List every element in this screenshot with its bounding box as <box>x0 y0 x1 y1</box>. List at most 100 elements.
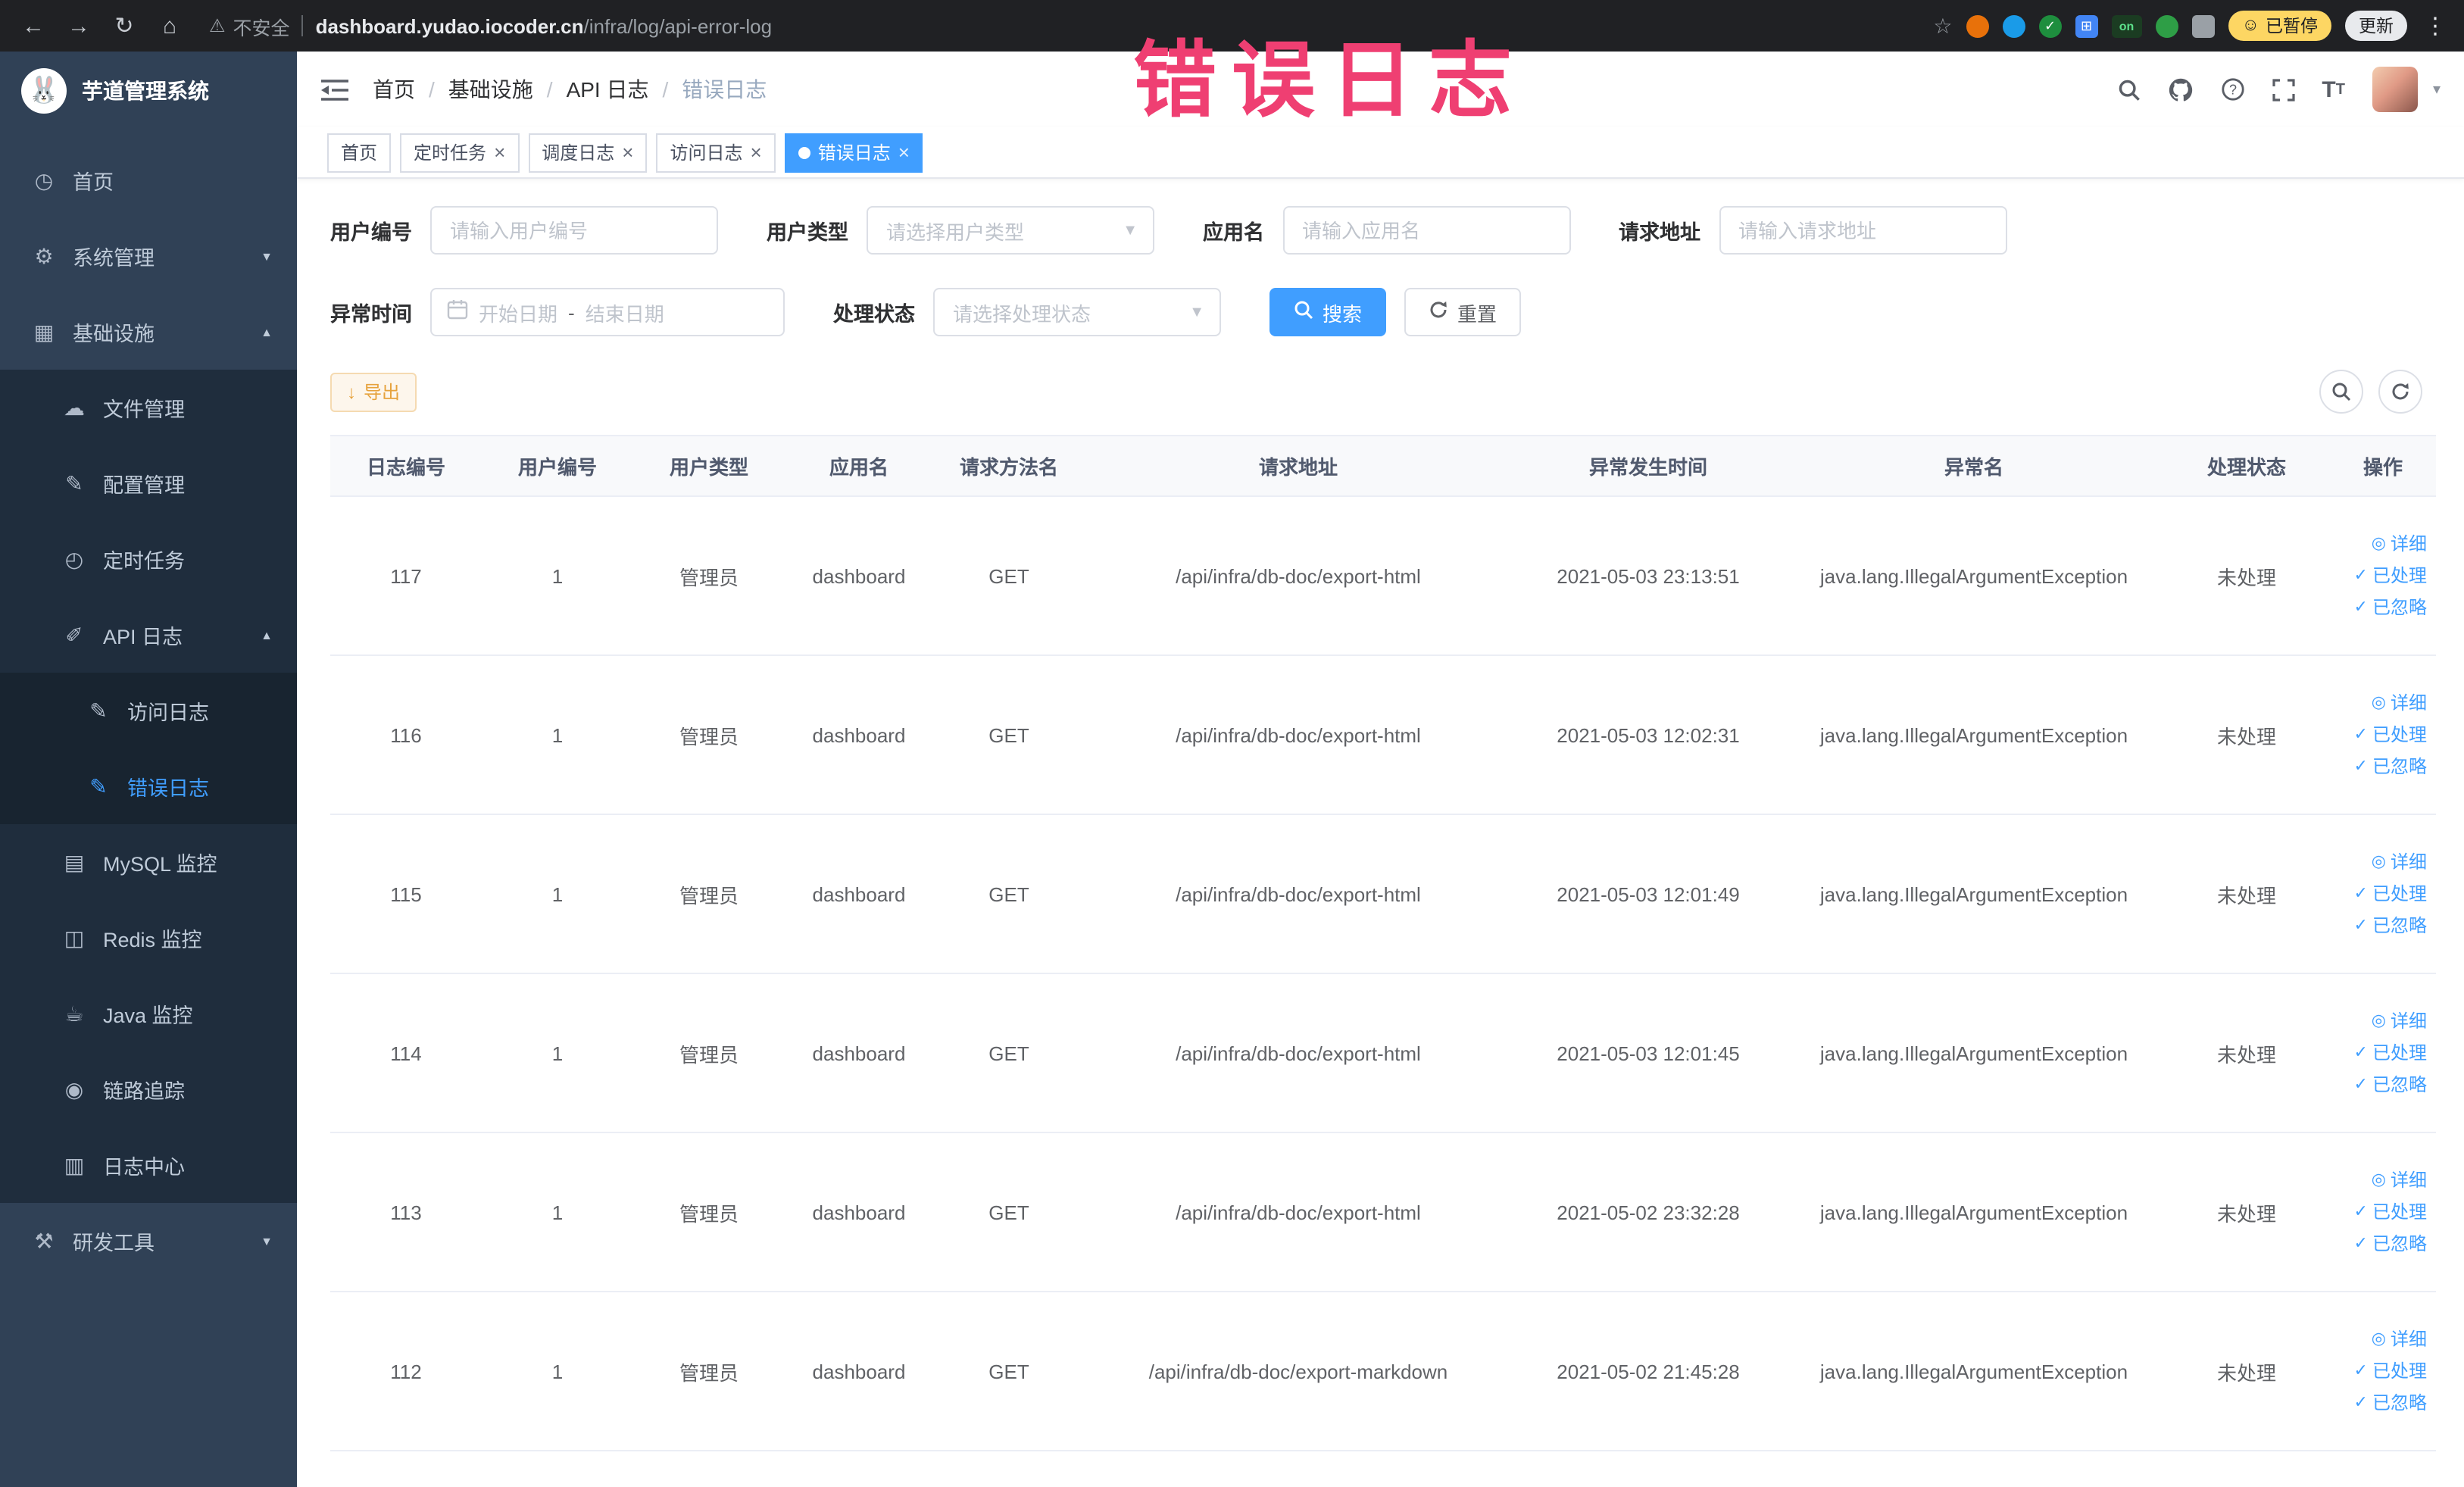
sidebar-item-mysql-monitor[interactable]: ▤ MySQL 监控 <box>0 824 297 900</box>
paused-badge[interactable]: ☺ 已暂停 <box>2228 11 2331 41</box>
close-icon[interactable]: × <box>622 142 633 162</box>
process-status-select[interactable]: 请选择处理状态 ▼ <box>933 288 1221 336</box>
search-button[interactable]: 搜索 <box>1269 288 1387 336</box>
log-center-icon: ▥ <box>64 1152 85 1176</box>
sidebar-item-error-log[interactable]: ✎ 错误日志 <box>0 748 297 824</box>
close-icon[interactable]: × <box>494 142 505 162</box>
processed-link[interactable]: ✓ 已处理 <box>2336 1355 2427 1387</box>
sidebar-item-api-log[interactable]: ✐ API 日志 ▲ <box>0 597 297 673</box>
sidebar-item-dev-tools[interactable]: ⚒ 研发工具 ▼ <box>0 1203 297 1279</box>
request-url-input[interactable] <box>1719 206 2006 255</box>
tab-label: 首页 <box>341 142 378 164</box>
sidebar-item-redis-monitor[interactable]: ◫ Redis 监控 <box>0 900 297 976</box>
processed-link[interactable]: ✓ 已处理 <box>2336 560 2427 592</box>
action-label: 详细 <box>2390 851 2427 872</box>
reset-button[interactable]: 重置 <box>1404 288 1522 336</box>
close-icon[interactable]: × <box>751 142 762 162</box>
browser-chrome: ← → ↻ ⌂ ⚠ 不安全 dashboard.yudao.iocoder.cn… <box>0 0 2464 52</box>
sidebar-item-infrastructure[interactable]: ▦ 基础设施 ▲ <box>0 294 297 370</box>
detail-link[interactable]: ◎ 详细 <box>2336 1005 2427 1037</box>
ignored-link[interactable]: ✓ 已忽略 <box>2336 1069 2427 1101</box>
sidebar-item-system-management[interactable]: ⚙ 系统管理 ▼ <box>0 218 297 294</box>
exception-time-range-picker[interactable]: 开始日期 - 结束日期 <box>430 288 785 336</box>
ignored-link[interactable]: ✓ 已忽略 <box>2336 1387 2427 1419</box>
search-icon[interactable] <box>2117 78 2140 101</box>
ignored-link[interactable]: ✓ 已忽略 <box>2336 1228 2427 1260</box>
check-icon: ✓ <box>2353 1075 2368 1093</box>
sidebar-item-file-management[interactable]: ☁ 文件管理 <box>0 370 297 445</box>
processed-link[interactable]: ✓ 已处理 <box>2336 1196 2427 1228</box>
extension-orange-icon[interactable] <box>1966 14 1989 37</box>
table-toolbar: ↓ 导出 <box>330 370 2434 414</box>
cell-url: /api/infra/db-doc/export-markdown <box>1085 1292 1512 1451</box>
detail-link[interactable]: ◎ 详细 <box>2336 1164 2427 1196</box>
address-bar[interactable]: ⚠ 不安全 dashboard.yudao.iocoder.cn/infra/l… <box>209 11 1912 40</box>
help-icon[interactable]: ? <box>2220 77 2244 102</box>
error-log-icon: ✎ <box>89 773 108 798</box>
close-icon[interactable]: × <box>898 142 910 162</box>
bookmark-star-icon[interactable]: ☆ <box>1933 13 1952 39</box>
font-size-icon[interactable]: TT <box>2322 77 2345 102</box>
cell-status: 未处理 <box>2163 496 2330 656</box>
github-icon[interactable] <box>2167 77 2193 102</box>
refresh-table-button[interactable] <box>2378 370 2422 414</box>
ignored-link[interactable]: ✓ 已忽略 <box>2336 751 2427 783</box>
browser-menu-icon[interactable]: ⋮ <box>2421 12 2450 39</box>
tag-bar: 首页 定时任务 × 调度日志 × 访问日志 × 错误日志 × <box>297 127 2464 179</box>
tab-access-log[interactable]: 访问日志 × <box>656 133 776 172</box>
user-avatar[interactable] <box>2372 67 2418 112</box>
extension-check-icon[interactable]: ✓ <box>2038 14 2062 37</box>
back-icon[interactable]: ← <box>15 8 52 44</box>
user-type-select[interactable]: 请选择用户类型 ▼ <box>867 206 1154 255</box>
warning-icon: ⚠ <box>209 15 226 36</box>
toggle-search-button[interactable] <box>2319 370 2363 414</box>
processed-link[interactable]: ✓ 已处理 <box>2336 719 2427 751</box>
logo-avatar: 🐰 <box>21 68 67 114</box>
avatar-caret-icon[interactable]: ▾ <box>2433 81 2441 98</box>
sidebar-item-home[interactable]: ◷ 首页 <box>0 142 297 218</box>
reload-icon[interactable]: ↻ <box>106 8 142 44</box>
ignored-link[interactable]: ✓ 已忽略 <box>2336 592 2427 623</box>
home-icon[interactable]: ⌂ <box>151 8 188 44</box>
detail-link[interactable]: ◎ 详细 <box>2336 846 2427 878</box>
filter-app-name: 应用名 <box>1203 206 1570 255</box>
sidebar-item-label: 定时任务 <box>103 550 185 573</box>
tab-error-log[interactable]: 错误日志 × <box>784 133 923 172</box>
detail-link[interactable]: ◎ 详细 <box>2336 1323 2427 1355</box>
ignored-link[interactable]: ✓ 已忽略 <box>2336 910 2427 942</box>
column-header: 异常发生时间 <box>1512 435 1785 497</box>
cell-status: 未处理 <box>2163 1132 2330 1292</box>
detail-link[interactable]: ◎ 详细 <box>2336 528 2427 560</box>
sidebar-item-log-center[interactable]: ▥ 日志中心 <box>0 1127 297 1203</box>
fullscreen-icon[interactable] <box>2272 78 2294 101</box>
security-chip[interactable]: ⚠ 不安全 <box>209 11 290 40</box>
processed-link[interactable]: ✓ 已处理 <box>2336 878 2427 910</box>
sidebar-item-access-log[interactable]: ✎ 访问日志 <box>0 673 297 748</box>
tab-scheduled-tasks[interactable]: 定时任务 × <box>400 133 520 172</box>
sidebar-fold-icon[interactable] <box>321 78 348 101</box>
user-id-input[interactable] <box>430 206 718 255</box>
breadcrumb-item[interactable]: 首页 <box>373 74 415 105</box>
sidebar-item-scheduled-tasks[interactable]: ◴ 定时任务 <box>0 521 297 597</box>
breadcrumb-item[interactable]: API 日志 <box>567 74 649 105</box>
detail-link[interactable]: ◎ 详细 <box>2336 687 2427 719</box>
sidebar-item-config-management[interactable]: ✎ 配置管理 <box>0 445 297 521</box>
sidebar-item-java-monitor[interactable]: ☕ Java 监控 <box>0 976 297 1051</box>
tab-home[interactable]: 首页 <box>327 133 392 172</box>
sidebar-item-trace[interactable]: ◉ 链路追踪 <box>0 1051 297 1127</box>
app-logo[interactable]: 🐰 芋道管理系统 <box>0 52 297 130</box>
tab-schedule-log[interactable]: 调度日志 × <box>528 133 648 172</box>
processed-link[interactable]: ✓ 已处理 <box>2336 1037 2427 1069</box>
extensions-puzzle-icon[interactable] <box>2191 14 2215 37</box>
filter-request-url: 请求地址 <box>1619 206 2006 255</box>
extension-grid-icon[interactable]: ⊞ <box>2075 14 2098 37</box>
app-name-input[interactable] <box>1282 206 1570 255</box>
extension-switch-on-icon[interactable]: on <box>2111 14 2142 37</box>
update-button[interactable]: 更新 <box>2345 11 2407 41</box>
cell-id: 116 <box>330 655 482 815</box>
extension-drop-icon[interactable] <box>2002 14 2025 37</box>
extension-leaf-icon[interactable] <box>2155 14 2178 37</box>
breadcrumb-item[interactable]: 基础设施 <box>448 74 533 105</box>
forward-icon[interactable]: → <box>61 8 97 44</box>
export-button[interactable]: ↓ 导出 <box>330 372 417 411</box>
